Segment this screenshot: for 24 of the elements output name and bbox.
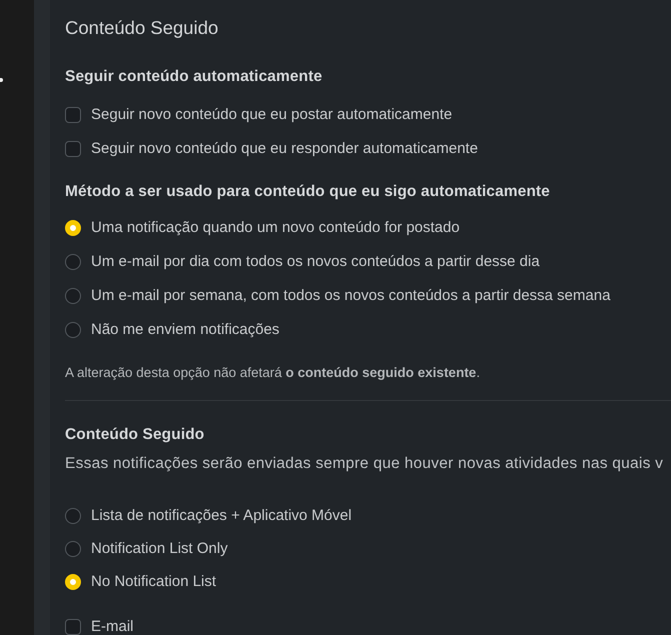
section-description: Essas notificações serão enviadas sempre que houver novas atividades nas quais v <box>65 454 664 474</box>
checkbox-label[interactable]: Seguir novo conteúdo que eu postar automaticamente <box>91 106 452 124</box>
radio-label[interactable]: Notification List Only <box>91 540 228 558</box>
radio-button[interactable] <box>65 254 81 270</box>
radio-label[interactable]: Uma notificação quando um novo conteúdo for postado <box>91 219 460 237</box>
checkbox-label[interactable]: Seguir novo conteúdo que eu responder automaticamente <box>91 140 478 158</box>
radio-label[interactable]: No Notification List <box>91 573 216 591</box>
radio-label[interactable]: Não me enviem notificações <box>91 321 280 339</box>
radio-button[interactable] <box>65 288 81 304</box>
radio-button[interactable] <box>65 508 81 524</box>
checkbox-label[interactable]: E-mail <box>91 618 134 635</box>
page-title: Conteúdo Seguido <box>65 16 218 40</box>
radio-button[interactable] <box>65 541 81 557</box>
radio-label[interactable]: Um e-mail por dia com todos os novos conteúdos a partir desse dia <box>91 253 540 271</box>
radio-button[interactable] <box>65 322 81 338</box>
section-heading: Conteúdo Seguido <box>65 425 204 445</box>
info-note: A alteração desta opção não afetará o conteúdo seguido existente. <box>65 364 480 382</box>
checkbox[interactable] <box>65 107 81 123</box>
checkbox[interactable] <box>65 619 81 635</box>
section-heading: Método a ser usado para conteúdo que eu sigo automaticamente <box>65 182 550 202</box>
section-heading: Seguir conteúdo automaticamente <box>65 67 322 87</box>
checkbox[interactable] <box>65 141 81 157</box>
radio-label[interactable]: Um e-mail por semana, com todos os novos conteúdos a partir dessa semana <box>91 287 610 305</box>
radio-label[interactable]: Lista de notificações + Aplicativo Móvel <box>91 507 352 525</box>
